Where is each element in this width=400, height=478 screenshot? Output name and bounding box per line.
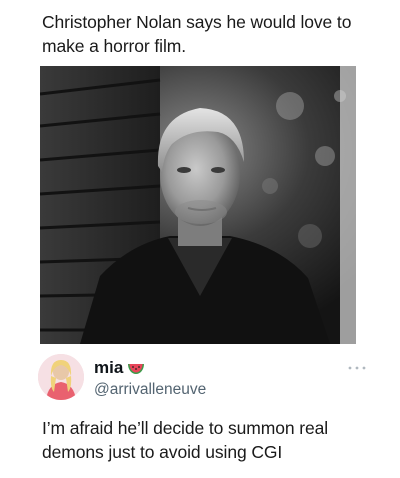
tweet-header: mia @arrivalleneuve	[38, 350, 368, 406]
tweet-text: I’m afraid he’ll decide to summon real d…	[42, 418, 329, 462]
display-name[interactable]: mia	[94, 358, 145, 378]
more-dots-icon[interactable]	[346, 360, 368, 370]
post-headline: Christopher Nolan says he would love to …	[42, 12, 352, 56]
display-name-text: mia	[94, 358, 124, 377]
user-handle[interactable]: @arrivalleneuve	[94, 381, 206, 399]
watermelon-icon	[127, 361, 145, 375]
portrait-image	[40, 66, 356, 344]
avatar[interactable]	[38, 354, 84, 400]
portrait-photo	[40, 66, 356, 344]
